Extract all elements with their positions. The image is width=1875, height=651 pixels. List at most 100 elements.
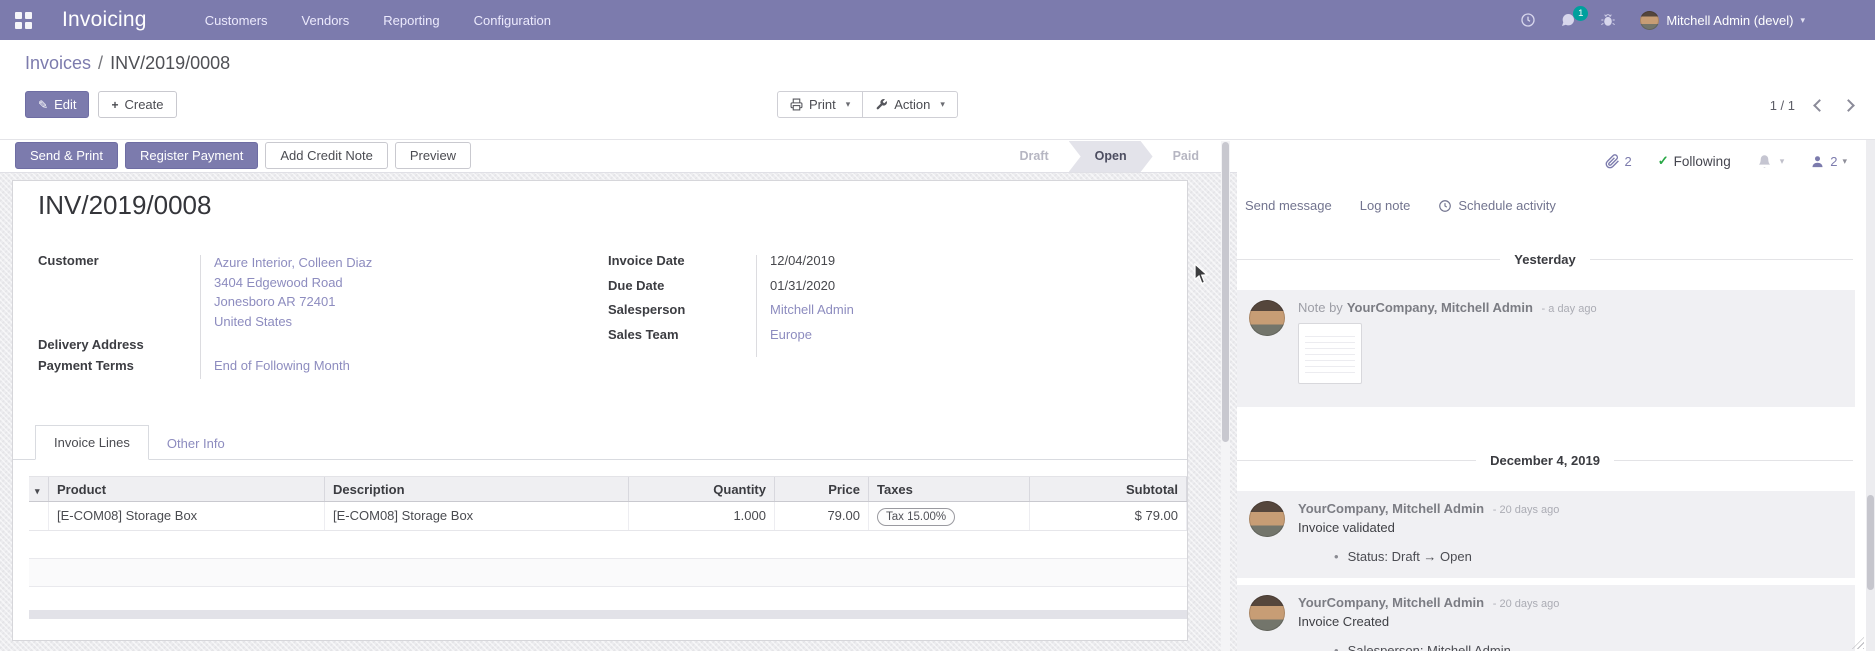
table-horizontal-scrollbar[interactable] [29,610,1187,619]
message-author: YourCompany, Mitchell Admin [1298,595,1484,610]
column-price[interactable]: Price [775,477,869,501]
print-button[interactable]: Print ▾ [777,91,863,118]
attachments-button[interactable]: 2 [1605,154,1632,169]
menu-customers[interactable]: Customers [205,13,268,28]
customer-street[interactable]: 3404 Edgewood Road [214,273,372,293]
tab-invoice-lines[interactable]: Invoice Lines [35,425,149,460]
row-subtotal: $ 79.00 [1030,502,1187,530]
column-description[interactable]: Description [325,477,629,501]
chatter-toolbar: 2 ✓ Following ▾ 2 ▾ [1605,153,1847,169]
statusbar: Send & Print Register Payment Add Credit… [0,141,1237,173]
attachments-count: 2 [1625,154,1632,169]
apps-grid-icon[interactable] [15,12,32,29]
message-avatar [1249,300,1285,336]
person-icon [1810,154,1825,169]
menu-reporting[interactable]: Reporting [383,13,439,28]
state-paid[interactable]: Paid [1153,141,1219,172]
attachment-thumbnail[interactable] [1298,323,1362,384]
log-note-button[interactable]: Log note [1360,198,1411,213]
edit-button[interactable]: ✎ Edit [25,91,89,118]
message-time: - a day ago [1542,303,1597,315]
chevron-down-icon: ▾ [1800,16,1805,25]
column-quantity[interactable]: Quantity [629,477,775,501]
message-author: YourCompany, Mitchell Admin [1347,300,1533,315]
row-description: [E-COM08] Storage Box [325,502,629,530]
pager-previous-icon[interactable] [1813,99,1826,112]
user-avatar [1640,11,1659,30]
preview-button[interactable]: Preview [395,142,471,169]
state-open-active[interactable]: Open [1069,141,1153,172]
breadcrumb: Invoices/INV/2019/0008 [25,53,230,74]
message-prefix: Note by [1298,300,1343,315]
form-scrollbar-thumb[interactable] [1222,142,1229,442]
customer-country[interactable]: United States [214,312,372,332]
tab-other-info[interactable]: Other Info [149,427,243,460]
field-customer: Customer Azure Interior, Colleen Diaz 34… [38,253,558,331]
subscription-bell-button[interactable]: ▾ [1757,154,1785,169]
form-vertical-scrollbar[interactable] [1221,141,1230,651]
sales-team-value[interactable]: Europe [756,327,812,342]
chatter-message-note: Note by YourCompany, Mitchell Admin - a d… [1237,290,1855,407]
messages-count-badge: 1 [1573,6,1588,21]
table-row[interactable]: [E-COM08] Storage Box [E-COM08] Storage … [29,502,1187,531]
menu-configuration[interactable]: Configuration [474,13,551,28]
state-draft[interactable]: Draft [999,141,1068,172]
add-credit-note-button[interactable]: Add Credit Note [265,142,388,169]
pager-count[interactable]: 1 / 1 [1770,98,1795,113]
schedule-activity-button[interactable]: Schedule activity [1438,198,1556,213]
invoice-date-value: 12/04/2019 [756,253,835,268]
row-price: 79.00 [775,502,869,530]
dates-field-group: Invoice Date 12/04/2019 Due Date 01/31/2… [608,253,1048,351]
user-name: Mitchell Admin (devel) [1666,13,1793,28]
user-menu[interactable]: Mitchell Admin (devel) ▾ [1640,11,1805,30]
customer-city[interactable]: Jonesboro AR 72401 [214,292,372,312]
check-icon: ✓ [1658,153,1669,169]
print-action-group: Print ▾ Action ▾ [777,91,958,118]
payment-terms-value[interactable]: End of Following Month [200,358,350,373]
action-button[interactable]: Action ▾ [862,91,958,118]
pager-next-icon[interactable] [1842,99,1855,112]
row-product: [E-COM08] Storage Box [49,502,325,530]
activities-clock-icon[interactable] [1520,12,1536,28]
column-product[interactable]: Product [49,477,325,501]
register-payment-button[interactable]: Register Payment [125,142,258,169]
message-body: Invoice validated [1298,520,1843,535]
plus-icon: + [111,99,118,111]
followers-button[interactable]: 2 ▾ [1810,154,1847,169]
pencil-icon: ✎ [38,99,48,111]
send-print-button[interactable]: Send & Print [15,142,118,169]
debug-bug-icon[interactable] [1600,12,1616,28]
delivery-address-value [200,337,214,352]
app-brand[interactable]: Invoicing [62,8,147,32]
date-divider-yesterday: Yesterday [1237,252,1853,267]
customer-field-group: Customer Azure Interior, Colleen Diaz 34… [38,253,558,379]
chevron-down-icon: ▾ [846,100,851,109]
chatter-scrollbar-thumb[interactable] [1867,495,1874,590]
pager: 1 / 1 [1770,98,1853,113]
menu-vendors[interactable]: Vendors [302,13,350,28]
breadcrumb-current: INV/2019/0008 [110,53,230,73]
field-sales-team: Sales Team Europe [608,327,1048,352]
messages-icon[interactable]: 1 [1560,12,1576,28]
message-avatar [1249,501,1285,537]
customer-value: Azure Interior, Colleen Diaz 3404 Edgewo… [200,253,372,331]
create-button[interactable]: + Create [98,91,176,118]
salesperson-value[interactable]: Mitchell Admin [756,302,854,317]
table-header-row: ▾ Product Description Quantity Price Tax… [29,476,1187,502]
sort-caret-icon[interactable]: ▾ [29,477,49,501]
breadcrumb-invoices-link[interactable]: Invoices [25,53,91,73]
followers-count: 2 [1830,154,1837,169]
tracking-value: • Salesperson: Mitchell Admin [1298,643,1843,651]
customer-name-link[interactable]: Azure Interior, Colleen Diaz [214,253,372,273]
send-message-button[interactable]: Send message [1245,198,1332,213]
column-subtotal[interactable]: Subtotal [1030,477,1187,501]
paperclip-icon [1605,154,1620,169]
row-quantity: 1.000 [629,502,775,530]
invoice-lines-table: ▾ Product Description Quantity Price Tax… [29,476,1187,619]
bell-icon [1757,154,1772,169]
column-taxes[interactable]: Taxes [869,477,1030,501]
chatter-vertical-scrollbar[interactable] [1866,140,1875,651]
following-button[interactable]: ✓ Following [1658,153,1731,169]
bullet-icon: • [1334,549,1339,564]
top-navbar: Invoicing Customers Vendors Reporting Co… [0,0,1875,40]
